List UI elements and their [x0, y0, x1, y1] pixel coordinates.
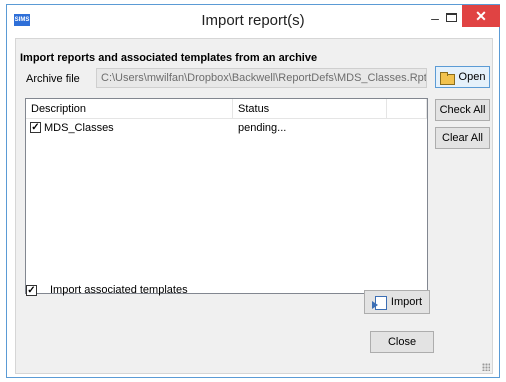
column-header-filler: [387, 99, 427, 119]
list-header: Description Status: [26, 99, 427, 119]
minimize-button[interactable]: –: [425, 9, 445, 27]
report-checkbox[interactable]: ✓: [30, 122, 41, 133]
dialog-body: Import reports and associated templates …: [15, 38, 493, 374]
import-templates-label[interactable]: Import associated templates: [50, 284, 188, 296]
archive-file-label: Archive file: [26, 73, 80, 85]
open-button[interactable]: Open: [435, 66, 490, 88]
import-button-label: Import: [390, 296, 423, 308]
import-report-dialog: SIMS Import report(s) – ✕ Import reports…: [6, 4, 500, 378]
dialog-heading: Import reports and associated templates …: [20, 52, 318, 64]
import-button[interactable]: Import: [364, 290, 430, 314]
import-templates-checkbox[interactable]: ✓: [26, 285, 37, 296]
report-list[interactable]: Description Status ✓ MDS_Classes pending…: [25, 98, 428, 294]
report-status: pending...: [238, 122, 287, 134]
folder-open-icon: [439, 71, 455, 85]
clear-all-button[interactable]: Clear All: [435, 127, 490, 149]
list-item[interactable]: ✓ MDS_Classes pending...: [26, 120, 427, 136]
import-icon: [371, 295, 387, 310]
maximize-button[interactable]: [446, 13, 457, 22]
close-button[interactable]: Close: [370, 331, 434, 353]
check-all-button[interactable]: Check All: [435, 99, 490, 121]
title-bar[interactable]: SIMS Import report(s) – ✕: [7, 5, 500, 35]
column-header-status[interactable]: Status: [233, 99, 387, 119]
archive-file-field: C:\Users\mwilfan\Dropbox\Backwell\Report…: [96, 68, 427, 88]
column-header-description[interactable]: Description: [26, 99, 233, 119]
resize-grip[interactable]: [482, 363, 490, 371]
report-description: MDS_Classes: [44, 122, 114, 134]
close-window-button[interactable]: ✕: [462, 5, 500, 27]
open-button-label: Open: [458, 71, 486, 83]
